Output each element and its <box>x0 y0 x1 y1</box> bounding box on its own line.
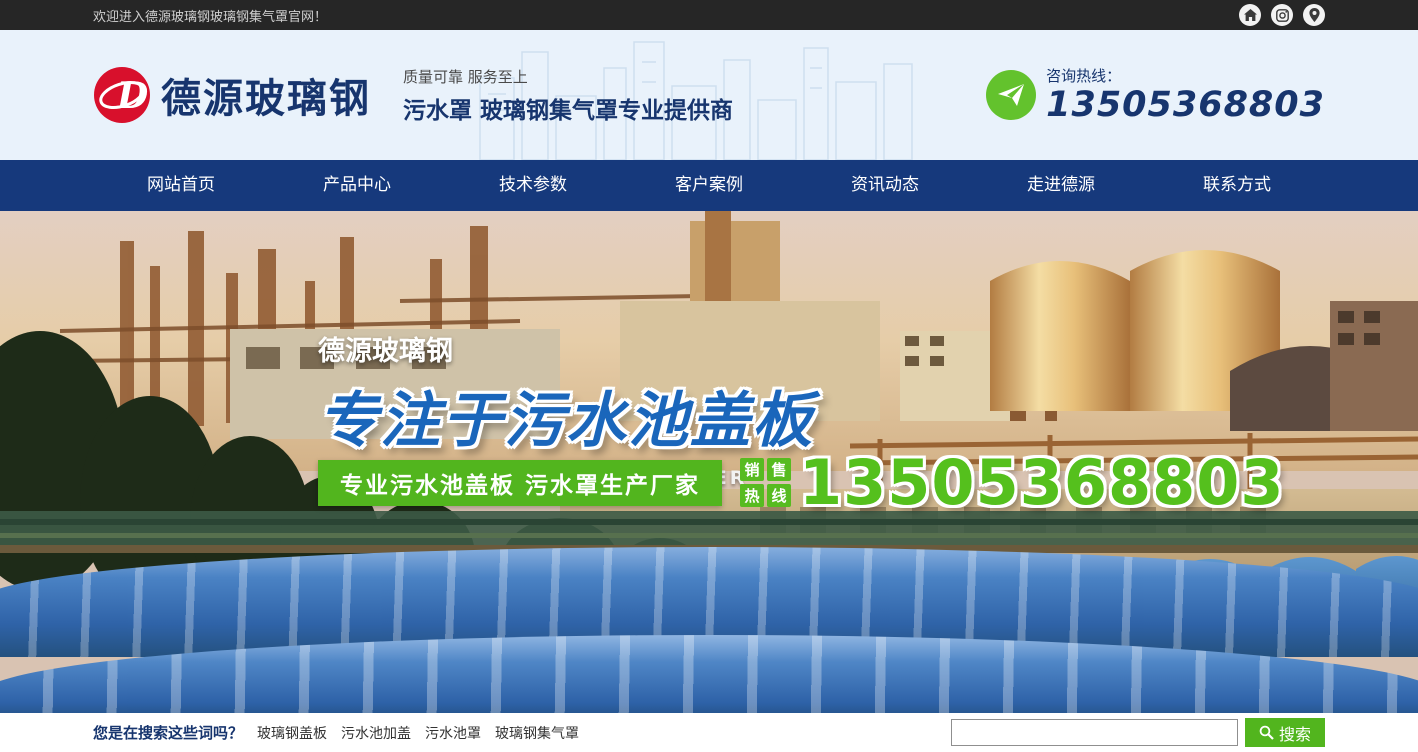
logo[interactable]: D 德源玻璃钢 <box>93 66 371 124</box>
nav-item-cases[interactable]: 客户案例 <box>621 160 797 211</box>
nav-item-news[interactable]: 资讯动态 <box>797 160 973 211</box>
main-nav: 网站首页 产品中心 技术参数 客户案例 资讯动态 走进德源 联系方式 <box>0 160 1418 211</box>
sales-tile: 热 <box>740 484 764 507</box>
hotline-number: 13505368803 <box>1046 86 1325 125</box>
header-slogan: 质量可靠 服务至上 污水罩 玻璃钢集气罩专业提供商 <box>403 66 733 125</box>
social-links <box>1239 4 1325 26</box>
keyword-link[interactable]: 污水池罩 <box>425 723 481 743</box>
banner-brand: 德源玻璃钢 <box>318 329 814 368</box>
banner-bottom-row: 专业污水池盖板 污水罩生产厂家 销 售 热 线 13505368803 <box>318 455 1285 511</box>
hotline: 咨询热线： 13505368803 <box>986 65 1325 125</box>
sales-tile: 线 <box>767 484 791 507</box>
nav-item-specs[interactable]: 技术参数 <box>445 160 621 211</box>
banner-tagline: 专业污水池盖板 污水罩生产厂家 <box>318 460 722 506</box>
sales-hotline-label: 销 售 热 线 <box>740 458 791 507</box>
search-button[interactable]: 搜索 <box>1245 718 1325 747</box>
hot-keywords: 玻璃钢盖板 污水池加盖 污水池罩 玻璃钢集气罩 <box>257 723 579 743</box>
hotline-label: 咨询热线： <box>1046 65 1325 86</box>
nav-item-about[interactable]: 走进德源 <box>973 160 1149 211</box>
banner-headline: 专注于污水池盖板 <box>318 372 814 459</box>
keyword-link[interactable]: 玻璃钢集气罩 <box>495 723 579 743</box>
search-prompt: 您是在搜索这些词吗？ <box>93 722 243 743</box>
welcome-text: 欢迎进入德源玻璃钢玻璃钢集气罩官网！ <box>93 6 327 25</box>
camera-icon[interactable] <box>1271 4 1293 26</box>
nav-item-products[interactable]: 产品中心 <box>269 160 445 211</box>
location-icon[interactable] <box>1303 4 1325 26</box>
search-strip: 您是在搜索这些词吗？ 玻璃钢盖板 污水池加盖 污水池罩 玻璃钢集气罩 搜索 <box>0 713 1418 752</box>
topbar: 欢迎进入德源玻璃钢玻璃钢集气罩官网！ <box>0 0 1418 30</box>
logo-text: 德源玻璃钢 <box>161 66 371 124</box>
logo-icon: D <box>93 66 151 124</box>
nav-item-contact[interactable]: 联系方式 <box>1149 160 1325 211</box>
keyword-link[interactable]: 污水池加盖 <box>341 723 411 743</box>
search-box: 搜索 <box>951 718 1325 747</box>
nav-item-home[interactable]: 网站首页 <box>93 160 269 211</box>
slogan-quality: 质量可靠 服务至上 <box>403 66 733 87</box>
site-header: D 德源玻璃钢 质量可靠 服务至上 污水罩 玻璃钢集气罩专业提供商 咨询热线： … <box>0 30 1418 160</box>
search-icon <box>1259 725 1274 740</box>
sales-tile: 销 <box>740 458 764 481</box>
paper-plane-icon <box>986 70 1036 120</box>
search-input[interactable] <box>951 719 1238 746</box>
keyword-link[interactable]: 玻璃钢盖板 <box>257 723 327 743</box>
sales-tile: 售 <box>767 458 791 481</box>
sales-phone-number: 13505368803 <box>799 455 1285 511</box>
search-button-label: 搜索 <box>1279 721 1311 745</box>
slogan-main: 污水罩 玻璃钢集气罩专业提供商 <box>403 91 733 125</box>
hero-banner: 德源玻璃钢 专注于污水池盖板 FOUCS ON SEWAGE POOL COVE… <box>0 211 1418 713</box>
home-icon[interactable] <box>1239 4 1261 26</box>
